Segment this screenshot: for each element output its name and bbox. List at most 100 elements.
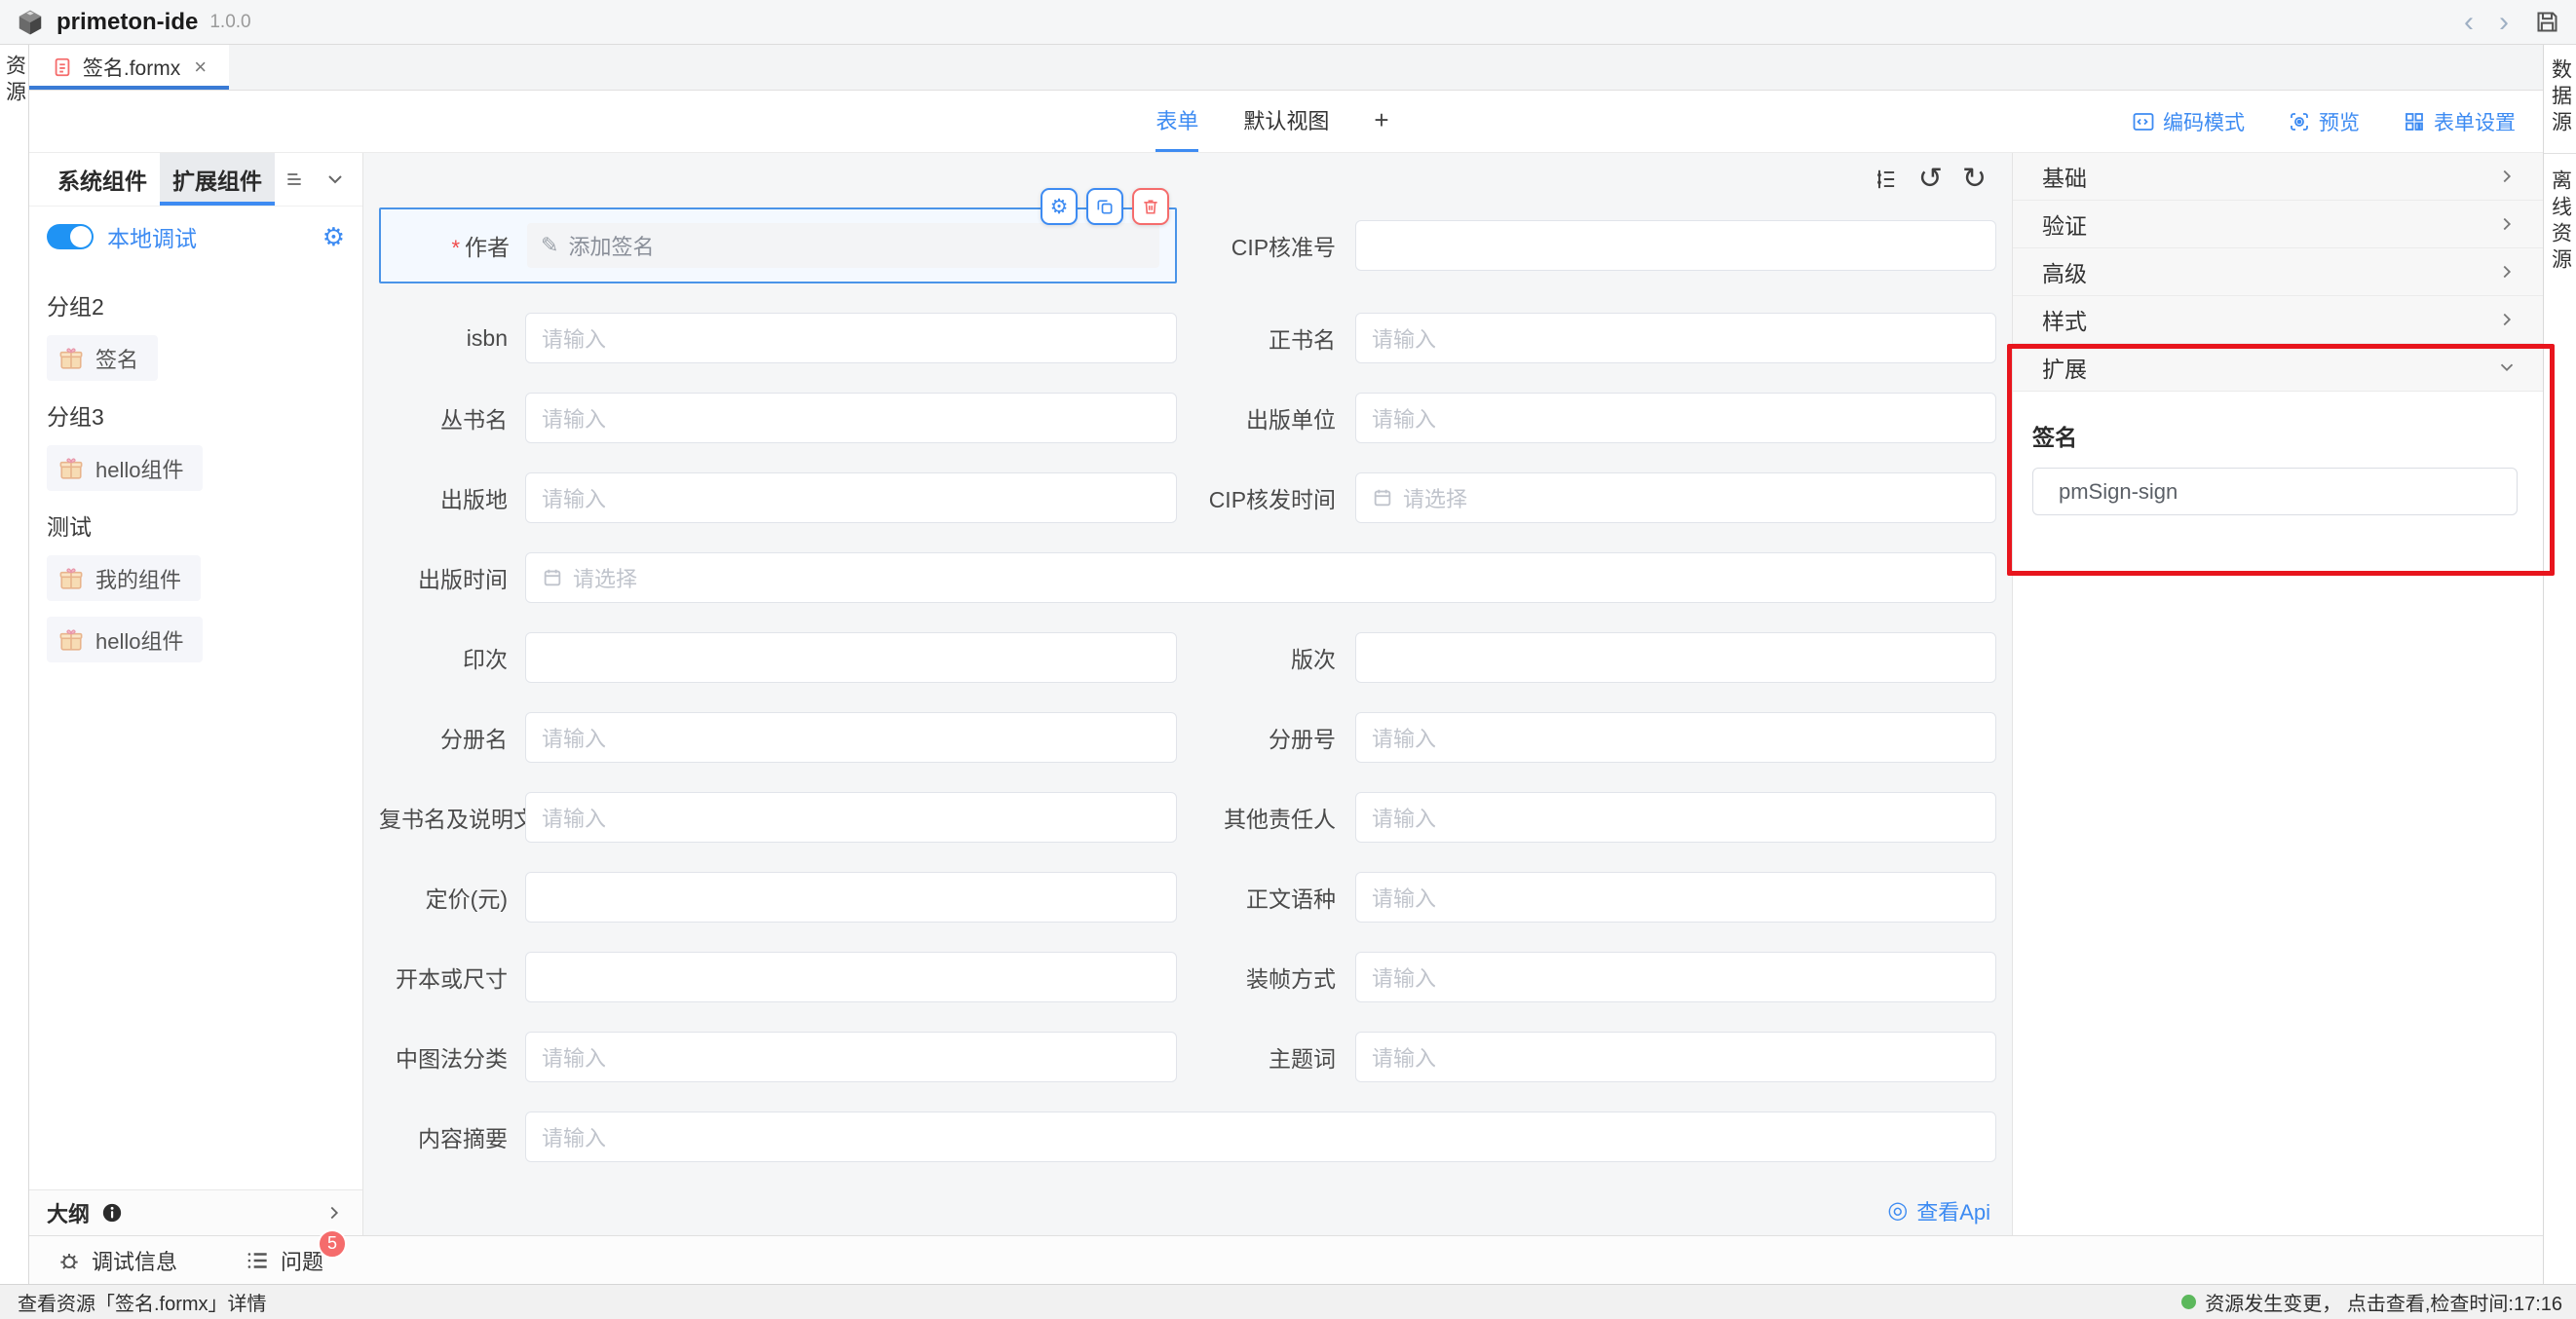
field-input[interactable]: 请输入 — [525, 472, 1177, 523]
form-field: CIP核发时间 请选择 — [1193, 472, 1996, 523]
inspector-section-style[interactable]: 样式 — [2013, 296, 2543, 344]
offline-resources-strip-label[interactable]: 离线资源 — [2546, 170, 2575, 275]
component-item-hello-2[interactable]: hello组件 — [47, 617, 203, 662]
component-copy-icon[interactable] — [1086, 188, 1123, 225]
form-field: 定价(元) — [379, 872, 1177, 923]
form-field: 内容摘要 请输入 — [379, 1112, 1996, 1162]
form-row: 出版时间 请选择 — [379, 552, 1996, 603]
sign-component-input[interactable] — [2032, 468, 2518, 515]
component-item-label: 签名 — [95, 343, 138, 374]
form-field: 主题词 请输入 — [1193, 1032, 1996, 1082]
date-field-input[interactable]: 请选择 — [1355, 472, 1996, 523]
component-item-sign[interactable]: 签名 — [47, 335, 158, 381]
field-input[interactable]: 请输入 — [525, 712, 1177, 763]
field-input[interactable] — [525, 632, 1177, 683]
field-placeholder: 请输入 — [542, 802, 606, 833]
component-settings-gear-icon[interactable]: ⚙ — [1041, 188, 1078, 225]
field-label: 主题词 — [1193, 1040, 1355, 1074]
file-icon — [52, 57, 73, 78]
tab-extension-components[interactable]: 扩展组件 — [160, 153, 275, 206]
field-input[interactable]: 请输入 — [1355, 712, 1996, 763]
local-debug-toggle[interactable] — [47, 224, 94, 249]
field-input[interactable]: 请输入 — [1355, 952, 1996, 1002]
component-item-hello[interactable]: hello组件 — [47, 445, 203, 491]
field-input[interactable]: 请输入 — [525, 313, 1177, 363]
inspector-section-extension[interactable]: 扩展 — [2013, 344, 2543, 392]
form-field: 出版单位 请输入 — [1193, 393, 1996, 443]
outline-tree-icon[interactable] — [1874, 167, 1899, 192]
component-groups: 分组2 签名 分组3 hello组件 测试 — [29, 267, 362, 1189]
view-api-link[interactable]: 查看Api — [1916, 1195, 1990, 1226]
date-field-input[interactable]: 请选择 — [525, 552, 1996, 603]
field-input[interactable]: 请输入 — [525, 1112, 1996, 1162]
code-mode-button[interactable]: 编码模式 — [2132, 107, 2245, 136]
resources-strip-label[interactable]: 资源 — [0, 55, 29, 107]
preview-eye-icon — [2288, 110, 2311, 133]
inspector-section-validation[interactable]: 验证 — [2013, 201, 2543, 248]
sign-field-input[interactable]: ✎ 添加签名 — [527, 223, 1159, 268]
field-input[interactable] — [525, 952, 1177, 1002]
save-icon[interactable] — [2534, 9, 2560, 35]
inspector-section-advanced[interactable]: 高级 — [2013, 248, 2543, 296]
field-placeholder: 请输入 — [1372, 1041, 1436, 1073]
undo-icon[interactable]: ↺ — [1918, 165, 1943, 194]
nav-back-icon[interactable]: ‹ — [2464, 8, 2474, 37]
app-window: primeton-ide 1.0.0 ‹ › 资源 签名.formx × — [0, 0, 2576, 1319]
outline-expand-chevron-icon[interactable] — [323, 1202, 345, 1224]
field-input[interactable]: 请输入 — [525, 1032, 1177, 1082]
component-item-label: 我的组件 — [95, 563, 181, 594]
field-input[interactable]: 请输入 — [1355, 872, 1996, 923]
field-input[interactable]: 请输入 — [525, 393, 1177, 443]
field-placeholder: 请选择 — [1403, 482, 1467, 513]
title-bar: primeton-ide 1.0.0 ‹ › — [0, 0, 2576, 45]
form-field: 印次 — [379, 632, 1177, 683]
inspector-section-basic[interactable]: 基础 — [2013, 153, 2543, 201]
form-settings-icon — [2403, 110, 2426, 133]
nav-forward-icon[interactable]: › — [2499, 8, 2509, 37]
tab-form[interactable]: 表单 — [1155, 91, 1198, 152]
extension-section-body: 签名 — [2013, 392, 2543, 515]
field-label: 印次 — [379, 641, 525, 674]
status-right[interactable]: 资源发生变更， 点击查看,检查时间:17:16 — [2181, 1288, 2562, 1316]
field-input[interactable] — [1355, 632, 1996, 683]
sidebar-collapse-chevron-icon[interactable] — [323, 153, 347, 206]
field-input[interactable]: 请输入 — [525, 792, 1177, 843]
outline-row[interactable]: 大纲 — [29, 1189, 362, 1235]
debug-info-button[interactable]: 调试信息 — [57, 1245, 177, 1276]
field-label: 其他责任人 — [1193, 801, 1355, 834]
selected-component-author[interactable]: ⚙ *作者 ✎ — [379, 207, 1177, 283]
component-item-my-component[interactable]: 我的组件 — [47, 555, 201, 601]
field-placeholder: 请输入 — [1372, 961, 1436, 993]
close-tab-icon[interactable]: × — [194, 55, 207, 80]
field-input[interactable]: 请输入 — [1355, 792, 1996, 843]
redo-icon[interactable]: ↻ — [1962, 165, 1987, 194]
group-title: 分组2 — [47, 288, 345, 321]
field-input[interactable]: 请输入 — [1355, 1032, 1996, 1082]
field-label: 开本或尺寸 — [379, 961, 525, 994]
field-input[interactable] — [525, 872, 1177, 923]
view-tabs: 表单 默认视图 + — [1155, 91, 1388, 152]
field-input[interactable] — [1355, 220, 1996, 271]
field-input[interactable]: 请输入 — [1355, 393, 1996, 443]
form-settings-button[interactable]: 表单设置 — [2403, 107, 2516, 136]
add-view-button[interactable]: + — [1374, 91, 1388, 152]
component-list-icon[interactable] — [284, 153, 304, 206]
field-placeholder: 请输入 — [1372, 802, 1436, 833]
component-sidebar: 系统组件 扩展组件 本地调试 ⚙ — [29, 153, 363, 1235]
debug-settings-gear-icon[interactable]: ⚙ — [322, 224, 345, 249]
sidebar-tabs: 系统组件 扩展组件 — [29, 153, 362, 207]
form-field: 其他责任人 请输入 — [1193, 792, 1996, 843]
tab-default-view[interactable]: 默认视图 — [1243, 91, 1329, 152]
field-input[interactable]: 请输入 — [1355, 313, 1996, 363]
form-field: isbn 请输入 — [379, 313, 1177, 363]
status-left-text[interactable]: 查看资源「签名.formx」详情 — [18, 1288, 267, 1316]
form-row: 丛书名 请输入 出版单位 请输入 — [379, 393, 1996, 443]
data-source-strip-label[interactable]: 数据源 — [2546, 58, 2575, 137]
editor-tab-signature-formx[interactable]: 签名.formx × — [29, 45, 229, 90]
component-item-label: hello组件 — [95, 624, 183, 656]
problems-button[interactable]: 问题 5 — [246, 1245, 323, 1276]
viewbar-actions: 编码模式 预览 表单设置 — [1389, 91, 2543, 152]
tab-system-components[interactable]: 系统组件 — [45, 153, 160, 206]
component-delete-trash-icon[interactable] — [1132, 188, 1169, 225]
preview-button[interactable]: 预览 — [2288, 107, 2360, 136]
